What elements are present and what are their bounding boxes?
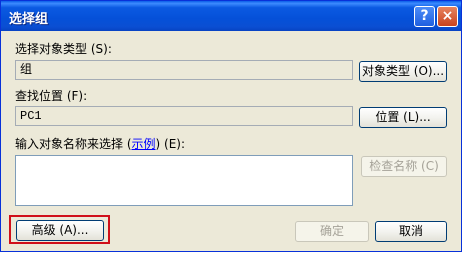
window-title: 选择组: [9, 12, 49, 27]
locations-button[interactable]: 位置 (L)...: [359, 107, 447, 128]
advanced-button-highlight: [9, 215, 110, 244]
title-bar[interactable]: 选择组 ? ×: [1, 1, 461, 31]
cancel-button[interactable]: 取消: [375, 221, 447, 242]
location-label: 查找位置 (F):: [15, 87, 87, 104]
location-label-key: (F):: [66, 89, 88, 103]
object-names-label-suffix: ) (E):: [155, 137, 185, 151]
examples-link[interactable]: 示例: [132, 137, 156, 151]
help-icon[interactable]: ?: [414, 6, 435, 27]
object-type-label-key: (S):: [90, 42, 112, 56]
check-names-button[interactable]: 检查名称 (C): [361, 156, 447, 177]
object-types-button[interactable]: 对象类型 (O)...: [359, 61, 447, 82]
object-type-label-text: 选择对象类型: [15, 42, 88, 56]
ok-button[interactable]: 确定: [295, 221, 369, 242]
object-type-field: 组: [15, 60, 353, 80]
object-type-label: 选择对象类型 (S):: [15, 40, 112, 57]
object-names-label-prefix: 输入对象名称来选择 (: [15, 137, 132, 151]
close-icon[interactable]: ×: [437, 6, 458, 27]
location-label-text: 查找位置: [15, 89, 64, 103]
object-names-label: 输入对象名称来选择 (示例) (E):: [15, 135, 185, 152]
select-group-dialog: 选择组 ? × 选择对象类型 (S): 组 对象类型 (O)... 查找位置 (…: [0, 0, 462, 252]
object-names-input[interactable]: [15, 155, 353, 206]
location-field: PC1: [15, 106, 353, 126]
